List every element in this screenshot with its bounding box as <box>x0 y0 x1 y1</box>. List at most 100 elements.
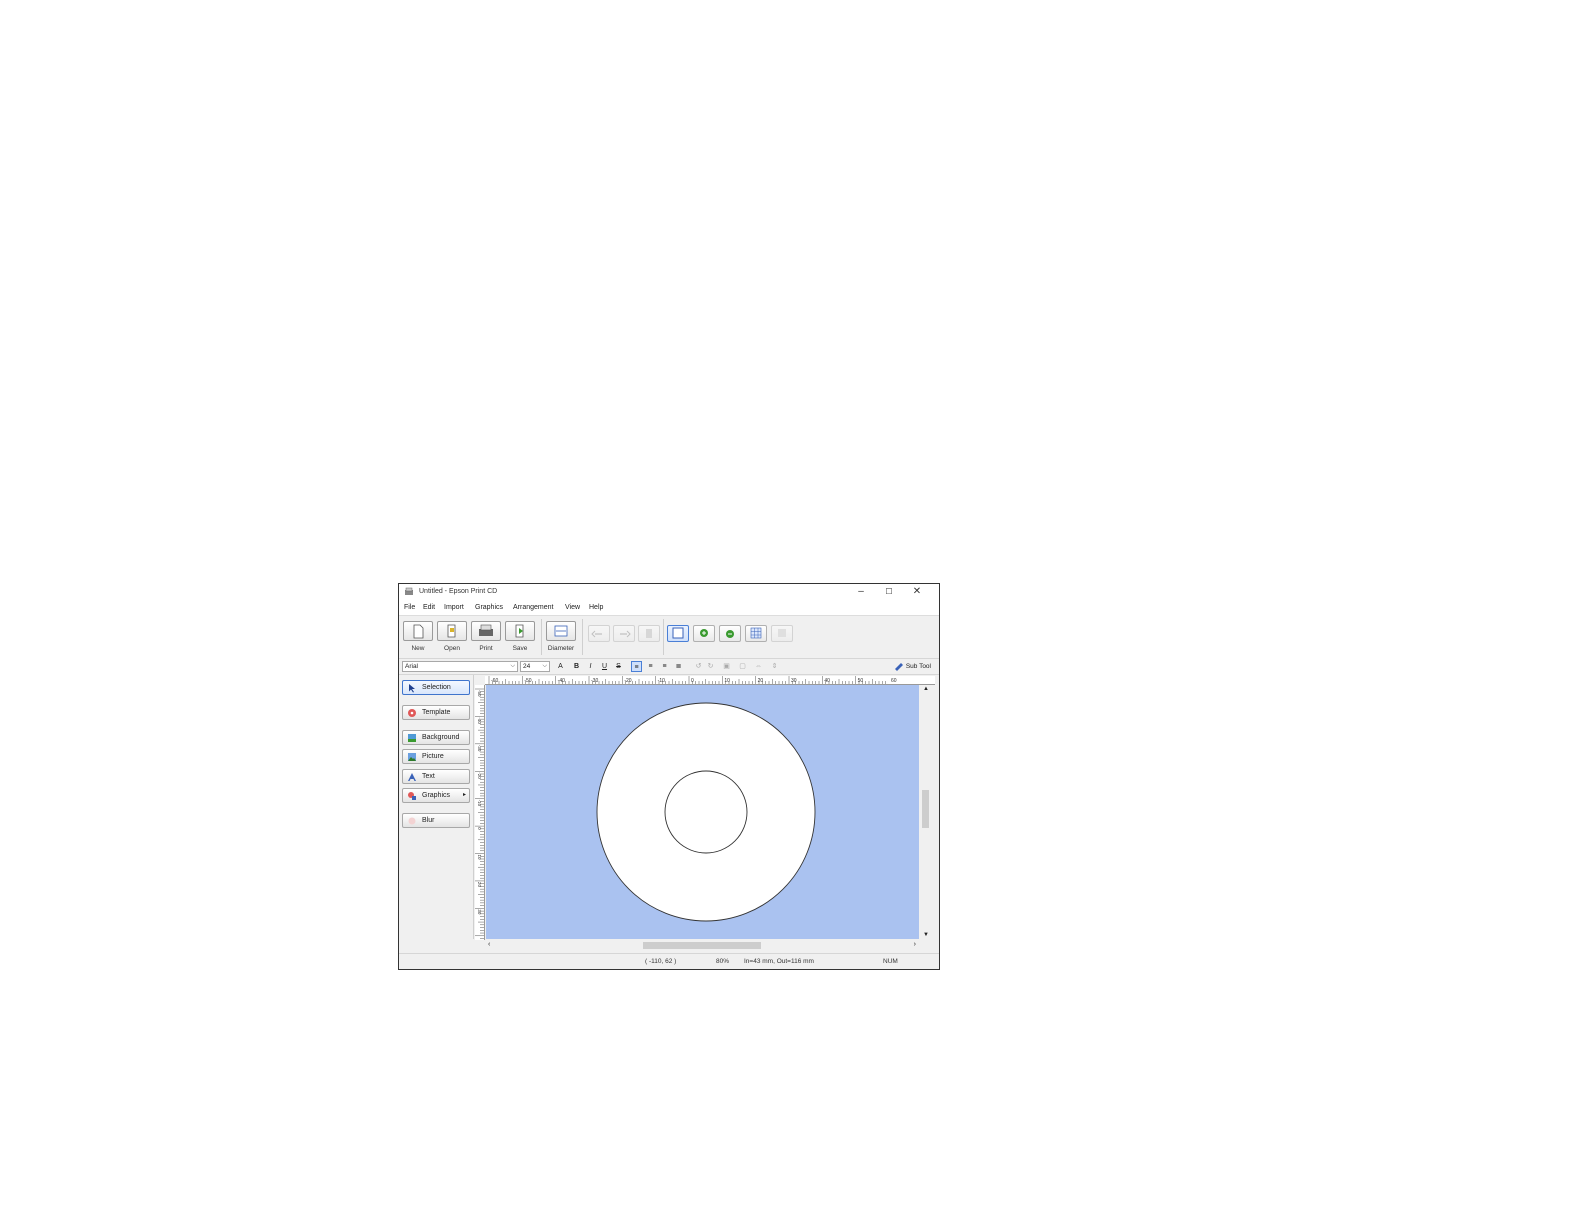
title-bar: Untitled - Epson Print CD – ☐ ✕ <box>399 584 939 601</box>
graphics-tool-button[interactable]: Graphics ▸ <box>402 788 470 803</box>
scroll-down-icon[interactable]: ▼ <box>923 932 929 938</box>
font-select[interactable]: Arial ⌵ <box>402 661 518 672</box>
rotate-right-button[interactable]: ↻ <box>705 661 716 672</box>
align-left-button[interactable]: ≡ <box>631 661 642 672</box>
rotate-left-icon: ↺ <box>695 663 702 670</box>
bring-front-button[interactable]: ▣ <box>721 661 732 672</box>
maximize-button[interactable]: ☐ <box>875 585 903 599</box>
open-button[interactable] <box>437 621 467 641</box>
vertical-scroll-thumb[interactable] <box>922 790 929 828</box>
tool-sidebar: Selection Template Background Picture Te… <box>399 675 474 939</box>
fit-page-button[interactable] <box>667 625 689 642</box>
save-button[interactable] <box>505 621 535 641</box>
ruler-label: -10 <box>658 678 665 684</box>
picture-tool-button[interactable]: Picture <box>402 749 470 764</box>
horizontal-ruler: -60 -50 -40 -30 -20 -10 0 10 20 30 40 50 60 <box>485 676 935 685</box>
template-label: Template <box>422 709 451 716</box>
scroll-left-icon[interactable]: ‹ <box>488 941 490 948</box>
bold-icon: B <box>573 663 580 670</box>
text-tool-button[interactable]: Text <box>402 769 470 784</box>
print-button[interactable] <box>471 621 501 641</box>
layer-icon <box>778 629 786 637</box>
ruler-label: -30 <box>477 745 482 752</box>
new-button[interactable] <box>403 621 433 641</box>
text-color-button[interactable]: A <box>555 661 566 672</box>
ruler-label: 40 <box>824 678 830 684</box>
shapes-icon <box>408 792 416 800</box>
disc-inner-hole <box>664 770 748 854</box>
justify-button[interactable]: ≣ <box>673 661 684 672</box>
flip-horizontal-button[interactable]: ⇔ <box>753 661 764 672</box>
zoom-in-button[interactable] <box>693 625 715 642</box>
align-center-button[interactable]: ≡ <box>645 661 656 672</box>
ruler-label: -50 <box>524 678 531 684</box>
arrow-cursor-icon <box>409 684 415 693</box>
sub-tool-icon <box>894 663 903 671</box>
ruler-label: 10 <box>477 855 482 861</box>
zoom-out-button[interactable] <box>719 625 741 642</box>
underline-button[interactable]: U <box>599 661 610 672</box>
scroll-up-icon[interactable]: ▲ <box>923 686 929 692</box>
align-right-icon: ≡ <box>662 663 667 670</box>
bring-front-icon: ▣ <box>723 663 730 670</box>
horizontal-scrollbar[interactable]: ‹ › <box>486 940 920 951</box>
diameter-button[interactable] <box>546 621 576 641</box>
main-toolbar: New Open Print Save Diameter <box>399 616 939 659</box>
strikethrough-button[interactable]: S <box>613 661 624 672</box>
font-size-select[interactable]: 24 ⌵ <box>520 661 550 672</box>
menu-arrangement[interactable]: Arrangement <box>513 604 553 611</box>
bold-button[interactable]: B <box>571 661 582 672</box>
menu-file[interactable]: File <box>404 604 415 611</box>
fit-page-icon <box>672 627 684 639</box>
menu-help[interactable]: Help <box>589 604 603 611</box>
sub-tool-label: Sub Tool <box>905 663 931 670</box>
open-label: Open <box>444 645 460 652</box>
design-canvas[interactable] <box>486 685 919 939</box>
italic-button[interactable]: I <box>585 661 596 672</box>
grid-button[interactable] <box>745 625 767 642</box>
num-lock-indicator: NUM <box>883 958 898 965</box>
redo-button[interactable] <box>613 625 635 642</box>
text-color-icon: A <box>558 663 563 670</box>
undo-button[interactable] <box>588 625 610 642</box>
horizontal-scroll-thumb[interactable] <box>643 942 761 949</box>
selection-tool-button[interactable]: Selection <box>402 680 470 695</box>
chevron-down-icon: ⌵ <box>542 663 547 669</box>
strikethrough-icon: S <box>616 663 621 670</box>
menu-edit[interactable]: Edit <box>423 604 435 611</box>
app-window: Untitled - Epson Print CD – ☐ ✕ File Edi… <box>398 583 940 970</box>
flip-vertical-button[interactable]: ⇕ <box>769 661 780 672</box>
scroll-right-icon[interactable]: › <box>914 941 916 948</box>
close-button[interactable]: ✕ <box>903 585 931 599</box>
ruler-label: -30 <box>591 678 598 684</box>
ruler-label: -40 <box>558 678 565 684</box>
toolbar-separator <box>582 619 583 655</box>
rotate-right-icon: ↻ <box>707 663 714 670</box>
ruler-label: 20 <box>758 678 764 684</box>
rotate-left-button[interactable]: ↺ <box>693 661 704 672</box>
new-document-icon <box>413 624 424 639</box>
send-back-button[interactable]: ▢ <box>737 661 748 672</box>
menu-graphics[interactable]: Graphics <box>475 604 503 611</box>
zoom-out-icon <box>726 630 734 638</box>
background-label: Background <box>422 734 460 741</box>
template-tool-button[interactable]: Template <box>402 705 470 720</box>
ruler-label: -20 <box>624 678 631 684</box>
align-right-button[interactable]: ≡ <box>659 661 670 672</box>
minimize-button[interactable]: – <box>847 585 875 599</box>
sub-tool-button[interactable]: Sub Tool <box>892 661 931 672</box>
ruler-label: 60 <box>891 678 897 684</box>
blur-tool-button[interactable]: Blur <box>402 813 470 828</box>
menu-view[interactable]: View <box>565 604 580 611</box>
diameter-icon <box>554 625 568 637</box>
print-label: Print <box>479 645 493 652</box>
vertical-scrollbar[interactable]: ▲ ▼ <box>920 685 931 939</box>
diameter-label: Diameter <box>547 645 575 652</box>
background-tool-button[interactable]: Background <box>402 730 470 745</box>
align-center-icon: ≡ <box>648 663 653 670</box>
delete-button[interactable] <box>638 625 660 642</box>
printer-icon <box>479 624 493 636</box>
menu-import[interactable]: Import <box>444 604 464 611</box>
layer-button[interactable] <box>771 625 793 642</box>
delete-icon <box>646 629 652 638</box>
